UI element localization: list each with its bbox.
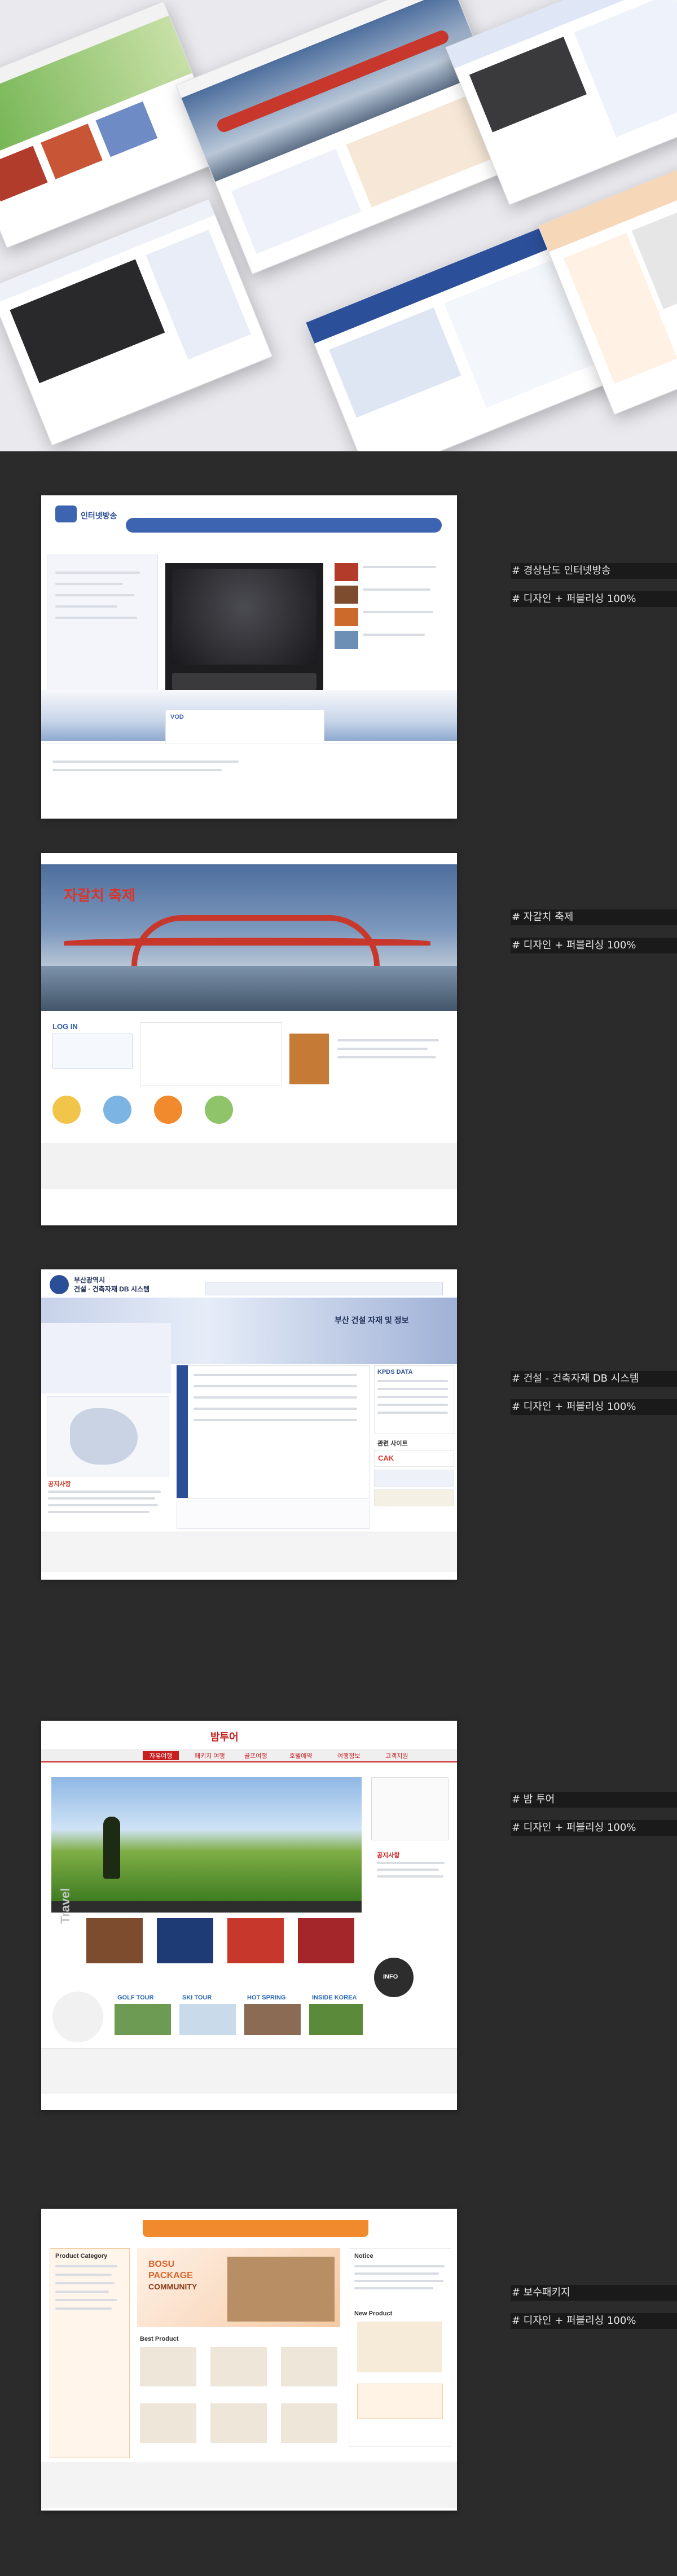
site-topbar	[41, 853, 457, 864]
cak-banner[interactable]: CAK	[374, 1450, 454, 1467]
banner-line-1: BOSU	[148, 2260, 175, 2269]
hero-collage	[0, 0, 677, 451]
best-title: Best Product	[140, 2336, 179, 2342]
site-footer	[41, 2463, 457, 2508]
notice-title: Notice	[354, 2253, 373, 2260]
player-controls[interactable]	[172, 673, 316, 690]
site-footer	[41, 2048, 457, 2094]
product-thumbs	[86, 1918, 357, 1986]
golfer-silhouette	[103, 1817, 120, 1879]
festival-board	[140, 1022, 282, 1085]
project-title: # 건설 - 건축자재 DB 시스템	[511, 1371, 677, 1387]
project-role: # 디자인 + 퍼블리싱 100%	[511, 2313, 677, 2329]
system-name: 건설 · 건축자재 DB 시스템	[74, 1285, 150, 1293]
sea	[41, 966, 457, 1011]
main-menu[interactable]	[126, 518, 442, 533]
tab-bar: 자유여행 패키지 여행 골프여행 호텔예약 여행정보 고객지원	[143, 1749, 453, 1761]
project-role: # 디자인 + 퍼블리싱 100%	[511, 1820, 677, 1836]
golf-tour[interactable]: GOLF TOUR	[117, 1994, 154, 2001]
notice-title: 공지사항	[377, 1852, 400, 1859]
cs-box	[357, 2384, 443, 2419]
festival-photo	[289, 1034, 329, 1084]
new-product	[357, 2322, 442, 2372]
vod-label: VOD	[170, 714, 184, 720]
banner-line-2: PACKAGE	[148, 2271, 193, 2280]
banner-tabs[interactable]	[51, 1901, 362, 1913]
banner-photo	[227, 2257, 335, 2322]
project-role: # 디자인 + 퍼블리싱 100%	[511, 938, 677, 953]
tab-support[interactable]: 고객지원	[385, 1751, 408, 1760]
vod-section: VOD	[165, 710, 324, 745]
related-title: 관련 사이트	[377, 1440, 408, 1447]
screenshot-festival: 자갈치 축제 LOG IN	[41, 853, 457, 1225]
site-footer	[41, 1532, 457, 1572]
main-nav[interactable]	[143, 2220, 368, 2237]
theme-banners: GOLF TOUR SKI TOUR HOT SPRING INSIDE KOR…	[52, 1992, 363, 2042]
left-news-panel	[47, 555, 158, 691]
tab-package[interactable]: 패키지 여행	[195, 1751, 225, 1760]
screenshot-package: Product Category BOSU PACKAGE COMMUNITY …	[41, 2209, 457, 2511]
login-title: LOG IN	[52, 1022, 78, 1031]
info-badge[interactable]: INFO	[374, 1958, 414, 1997]
site-footer	[41, 744, 457, 789]
tab-golf[interactable]: 골프여행	[244, 1751, 267, 1760]
hotel-search[interactable]	[371, 1777, 449, 1840]
tab-hotel[interactable]: 호텔예약	[289, 1751, 312, 1760]
tab-free[interactable]: 자유여행	[143, 1751, 179, 1760]
site-footer	[41, 1144, 457, 1189]
hero-title: 부산 건설 자재 및 정보	[335, 1316, 409, 1325]
search-sidebar	[177, 1365, 188, 1498]
login-panel	[41, 1323, 171, 1393]
screenshot-broadcast: 인터넷방송 VOD	[41, 495, 457, 819]
main-nav[interactable]	[205, 1282, 443, 1295]
login-box[interactable]	[52, 1034, 133, 1069]
tab-info[interactable]: 여행정보	[337, 1751, 360, 1760]
project-title: # 보수패키지	[511, 2285, 677, 2301]
golf-banner	[51, 1777, 362, 1901]
project-title: # 자갈치 축제	[511, 909, 677, 925]
screenshot-tour: 밤투어 자유여행 패키지 여행 골프여행 호텔예약 여행정보 고객지원 Trav…	[41, 1721, 457, 2110]
project-role: # 디자인 + 퍼블리싱 100%	[511, 1399, 677, 1415]
festival-headline: 자갈치 축제	[64, 887, 135, 904]
map-panel	[47, 1396, 169, 1476]
project-title: # 경상남도 인터넷방송	[511, 563, 677, 579]
bridge-arch	[131, 915, 380, 966]
category-panel	[50, 2248, 130, 2458]
screenshot-construction: 부산광역시 건설 · 건축자재 DB 시스템 부산 건설 자재 및 정보 공지사…	[41, 1269, 457, 1580]
ski-tour[interactable]: SKI TOUR	[182, 1994, 212, 2001]
site-logo: 인터넷방송	[55, 505, 117, 528]
cak-label: CAK	[378, 1454, 394, 1462]
icon-row	[52, 1096, 289, 1135]
hero-card	[0, 198, 273, 446]
tour-logo: 밤투어	[210, 1731, 239, 1743]
org-name: 부산광역시	[74, 1276, 105, 1284]
related-banner[interactable]	[374, 1489, 454, 1506]
logo-text: 인터넷방송	[81, 511, 117, 520]
travel-title: Travel	[58, 1888, 72, 1924]
info-text: INFO	[383, 1973, 398, 1980]
inside-korea[interactable]: INSIDE KOREA	[312, 1994, 357, 2001]
project-role: # 디자인 + 퍼블리싱 100%	[511, 591, 677, 607]
hot-spring[interactable]: HOT SPRING	[247, 1994, 285, 2001]
category-title: Product Category	[55, 2253, 108, 2260]
project-title: # 밤 투어	[511, 1792, 677, 1808]
new-title: New Product	[354, 2310, 393, 2317]
category-grid	[177, 1501, 370, 1529]
related-banner[interactable]	[374, 1470, 454, 1487]
kpds-title: KPDS DATA	[377, 1369, 413, 1375]
kpds-panel	[374, 1365, 454, 1434]
best-grid	[140, 2347, 340, 2454]
video-screen[interactable]	[172, 569, 316, 665]
banner-line-3: COMMUNITY	[148, 2282, 197, 2291]
site-logo	[50, 1275, 69, 1294]
notice-title: 공지사항	[48, 1481, 71, 1488]
